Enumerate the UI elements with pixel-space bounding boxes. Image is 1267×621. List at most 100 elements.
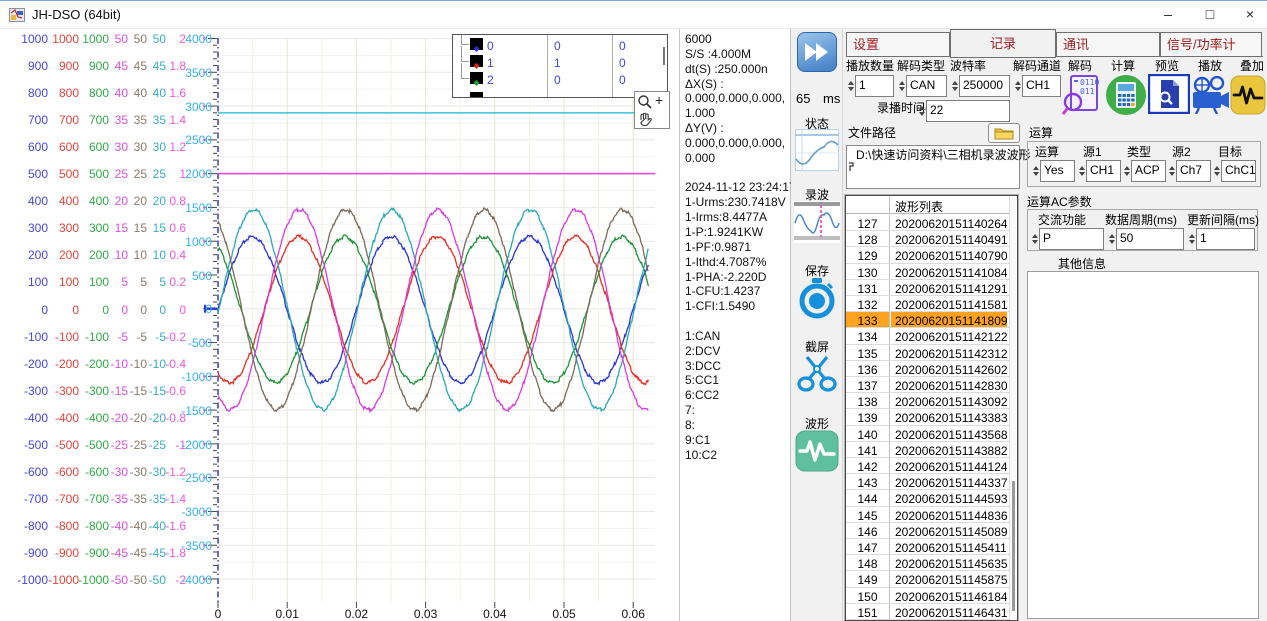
ac-spinner-更新间隔(ms)[interactable]: 1 (1187, 228, 1255, 250)
legend-marker[interactable]: ◆ (470, 72, 483, 84)
waveform-file-table[interactable]: 波形列表 127 20200620151140264.jhw128 202006… (845, 195, 1018, 621)
pan-hand-tool-icon[interactable] (637, 111, 653, 127)
file-row-133[interactable]: 133 20200620151141809.jhw (846, 312, 1017, 328)
tab-记录[interactable]: 记录 (950, 29, 1056, 58)
file-row-140[interactable]: 140 20200620151143568.jhw (846, 426, 1017, 442)
minimize-button[interactable]: – (1148, 1, 1188, 29)
record-time-spinner[interactable]: 22 (917, 100, 1010, 122)
file-table-index-header (846, 196, 890, 213)
file-row-139[interactable]: 139 20200620151143383.jhw (846, 409, 1017, 425)
file-row-129[interactable]: 129 20200620151140790.jhw (846, 247, 1017, 263)
file-row-index: 145 (846, 507, 890, 522)
file-row-138[interactable]: 138 20200620151143092.jhw (846, 393, 1017, 409)
legend-marker[interactable]: ◆ (470, 55, 483, 67)
waveform-button-icon[interactable] (795, 430, 839, 472)
file-row-142[interactable]: 142 20200620151144124.jhw (846, 458, 1017, 474)
field-spinner-解码类型[interactable]: CAN (897, 75, 947, 97)
file-row-147[interactable]: 147 20200620151145411.jhw (846, 539, 1017, 555)
elapsed-time-value: 65 (796, 92, 810, 105)
zoom-tool-icon[interactable] (637, 94, 653, 110)
tab-设置[interactable]: 设置 (846, 32, 950, 57)
file-row-144[interactable]: 144 20200620151144593.jhw (846, 490, 1017, 506)
op-header-源2: 源2 (1172, 146, 1191, 159)
file-row-145[interactable]: 145 20200620151144836.jhw (846, 507, 1017, 523)
x-axis-tick-label: 0 (215, 607, 222, 621)
movie-camera-icon (1190, 76, 1230, 114)
plot-legend[interactable]: ◆ 0 0 0 ◆ 1 1 0 ◆ 2 0 0◆ (452, 34, 668, 98)
y-axis-tick-label: 3000 (0, 100, 212, 114)
field-spinner-解码通道[interactable]: CH1 (1013, 75, 1061, 97)
file-row-name: 20200620151142830.jhw (891, 377, 1007, 392)
legend-marker[interactable]: ◆ (470, 38, 483, 50)
file-row-131[interactable]: 131 20200620151141291.jhw (846, 280, 1017, 296)
legend-plot-name: 1 (487, 56, 494, 70)
file-row-150[interactable]: 150 20200620151146184.jhw (846, 588, 1017, 604)
file-row-name: 20200620151145875.jhw (891, 571, 1007, 586)
close-button[interactable]: × (1230, 1, 1267, 29)
file-row-135[interactable]: 135 20200620151142312.jhw (846, 345, 1017, 361)
file-row-130[interactable]: 130 20200620151141084.jhw (846, 264, 1017, 280)
file-row-127[interactable]: 127 20200620151140264.jhw (846, 215, 1017, 231)
x-axis-tick-label: 0.02 (345, 607, 368, 621)
file-path-label: 文件路径 (848, 127, 896, 140)
op-spinner-源2[interactable]: Ch7 (1167, 160, 1211, 182)
calculate-button[interactable] (1105, 74, 1147, 121)
legend-marker[interactable]: ◆ (470, 92, 483, 98)
file-row-128[interactable]: 128 20200620151140491.jhw (846, 231, 1017, 247)
action-label-解码: 解码 (1068, 60, 1092, 73)
y-axis-tick-label: -1000 (0, 370, 212, 384)
info-line: dt(S) :250.000n (685, 62, 790, 77)
file-row-151[interactable]: 151 20200620151146431.jhw (846, 604, 1017, 620)
field-spinner-播放数量[interactable]: 1 (846, 75, 894, 97)
fast-forward-button[interactable] (797, 32, 837, 72)
legend-row[interactable]: ◆ 0 0 0 (453, 38, 667, 55)
decode-button[interactable]: 0110 011 (1062, 74, 1100, 121)
file-row-143[interactable]: 143 20200620151144337.jhw (846, 474, 1017, 490)
ac-spinner-数据周期(ms)[interactable]: 50 (1107, 228, 1184, 250)
svg-text:011: 011 (1080, 87, 1095, 96)
file-table-scroll-thumb[interactable] (1012, 481, 1015, 611)
info-line: 9:C1 (685, 433, 790, 448)
op-spinner-源1[interactable]: CH1 (1077, 160, 1121, 182)
path-glyph-icon (848, 162, 855, 172)
file-row-136[interactable]: 136 20200620151142602.jhw (846, 361, 1017, 377)
file-row-index: 140 (846, 426, 890, 441)
status-waveform-icon[interactable] (795, 129, 839, 171)
ac-label-数据周期(ms): 数据周期(ms) (1105, 214, 1177, 227)
file-row-name: 20200620151142312.jhw (891, 345, 1007, 360)
other-info-textarea[interactable] (1027, 271, 1259, 619)
zoom-in-tool[interactable]: + (655, 92, 663, 108)
legend-row[interactable]: ◆ 1 1 0 (453, 55, 667, 72)
tab-信号/功率计[interactable]: 信号/功率计 (1160, 32, 1262, 57)
legend-row[interactable]: ◆ 2 0 0 (453, 72, 667, 89)
file-row-index: 143 (846, 474, 890, 489)
file-path-box[interactable]: D:\快速访问资料\三相机录波波形 (846, 145, 1020, 189)
file-row-149[interactable]: 149 20200620151145875.jhw (846, 571, 1017, 587)
ac-spinner-交流功能[interactable]: P (1030, 228, 1104, 250)
legend-tree-line (461, 63, 462, 78)
play-button[interactable] (1190, 76, 1230, 119)
field-spinner-波特率[interactable]: 250000 (950, 75, 1010, 97)
browse-folder-button[interactable] (988, 123, 1020, 143)
file-row-132[interactable]: 132 20200620151141581.jhw (846, 296, 1017, 312)
waveform-plot-panel: 10009008007006005004003002001000-100-200… (0, 29, 678, 621)
file-row-146[interactable]: 146 20200620151145089.jhw (846, 523, 1017, 539)
overlay-button[interactable] (1230, 75, 1266, 120)
file-row-137[interactable]: 137 20200620151142830.jhw (846, 377, 1017, 393)
file-row-141[interactable]: 141 20200620151143882.jhw (846, 442, 1017, 458)
tab-通讯[interactable]: 通讯 (1056, 32, 1160, 57)
file-row-name: 20200620151140491.jhw (891, 231, 1007, 246)
info-line: 0.000,0.000,0.000, (685, 91, 790, 106)
op-spinner-类型[interactable]: ACP (1122, 160, 1166, 182)
file-row-148[interactable]: 148 20200620151145635.jhw (846, 555, 1017, 571)
file-table-scrollbar[interactable] (1009, 196, 1017, 620)
screenshot-scissors-icon[interactable] (797, 353, 837, 395)
save-stopwatch-icon[interactable] (797, 277, 837, 319)
legend-tree-line (461, 78, 469, 79)
maximize-button[interactable]: □ (1190, 1, 1230, 29)
op-spinner-目标[interactable]: ChC1 (1212, 160, 1256, 182)
record-wave-icon[interactable] (794, 201, 840, 243)
file-row-134[interactable]: 134 20200620151142122.jhw (846, 328, 1017, 344)
op-spinner-运算[interactable]: Yes (1031, 160, 1075, 182)
preview-button[interactable] (1148, 74, 1190, 119)
